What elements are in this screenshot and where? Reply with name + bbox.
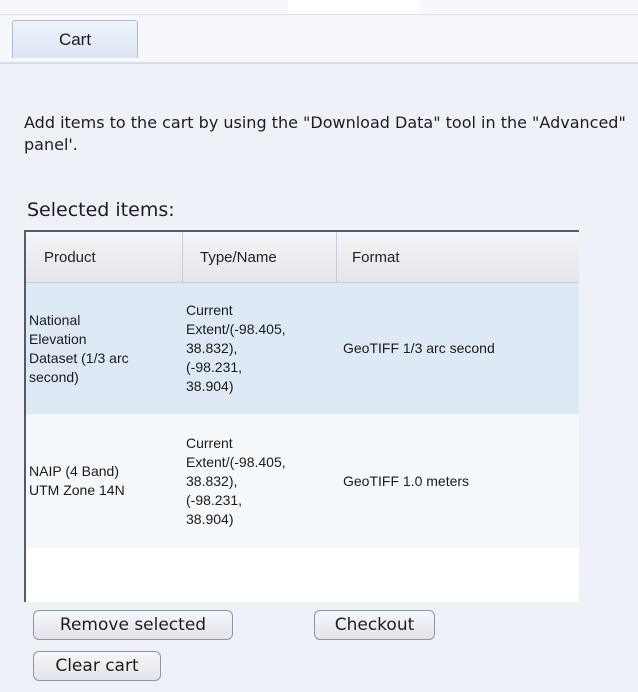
- cell-product: NAIP (4 Band) UTM Zone 14N: [29, 463, 125, 498]
- remove-selected-button[interactable]: Remove selected: [33, 610, 233, 640]
- selected-items-heading: Selected items:: [27, 199, 175, 221]
- cell-format: GeoTIFF 1.0 meters: [343, 472, 470, 489]
- clear-cart-button[interactable]: Clear cart: [33, 651, 161, 681]
- tab-underline: [0, 62, 638, 64]
- tab-strip-notch: [288, 0, 420, 14]
- cell-type-name: Current Extent/(-98.405, 38.832), (-98.2…: [186, 302, 286, 394]
- table-row[interactable]: National Elevation Dataset (1/3 arc seco…: [26, 283, 579, 414]
- cell-format: GeoTIFF 1/3 arc second: [343, 340, 495, 356]
- cell-product: National Elevation Dataset (1/3 arc seco…: [29, 311, 129, 385]
- column-header-format[interactable]: Format: [337, 232, 579, 282]
- cart-instructions: Add items to the cart by using the "Down…: [24, 113, 626, 154]
- column-header-product[interactable]: Product: [26, 232, 183, 282]
- tab-cart[interactable]: Cart: [12, 20, 138, 58]
- column-header-type-name[interactable]: Type/Name: [183, 232, 337, 282]
- checkout-button[interactable]: Checkout: [314, 610, 435, 640]
- table-row[interactable]: NAIP (4 Band) UTM Zone 14N Current Exten…: [26, 414, 579, 548]
- tab-strip: Cart: [0, 0, 638, 64]
- tab-strip-divider: [0, 14, 638, 15]
- cart-panel: Cart Add items to the cart by using the …: [0, 0, 638, 692]
- cell-type-name: Current Extent/(-98.405, 38.832), (-98.2…: [186, 434, 286, 527]
- grid-header: Product Type/Name Format: [26, 232, 579, 283]
- selected-items-grid: Product Type/Name Format National Elevat…: [24, 230, 579, 602]
